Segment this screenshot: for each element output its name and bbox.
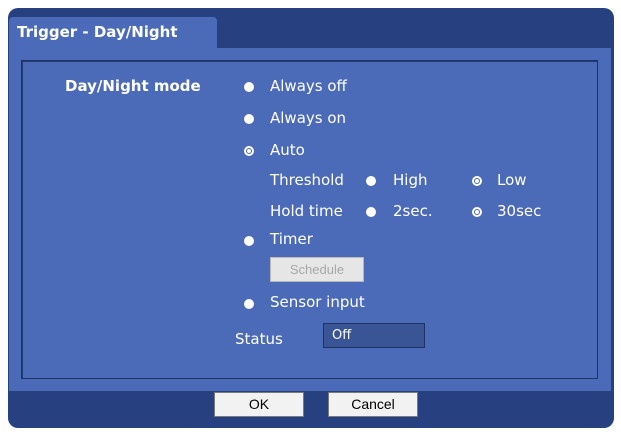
radio-always-off[interactable]: [244, 82, 254, 92]
radio-threshold-low[interactable]: [472, 176, 482, 186]
cancel-button[interactable]: Cancel: [328, 392, 418, 417]
timer-label: Timer: [270, 230, 313, 248]
schedule-button[interactable]: Schedule: [270, 257, 364, 282]
radio-hold-2sec[interactable]: [366, 207, 376, 217]
auto-label: Auto: [270, 141, 305, 159]
threshold-label: Threshold: [270, 171, 344, 189]
radio-threshold-high[interactable]: [366, 176, 376, 186]
threshold-high-label: High: [393, 171, 428, 189]
day-night-mode-label: Day/Night mode: [65, 77, 201, 95]
radio-sensor-input[interactable]: [244, 299, 254, 309]
always-off-label: Always off: [270, 77, 347, 95]
radio-timer[interactable]: [244, 236, 254, 246]
status-field: Off: [323, 323, 425, 348]
sensor-input-label: Sensor input: [270, 293, 365, 311]
threshold-low-label: Low: [497, 171, 527, 189]
radio-auto[interactable]: [244, 146, 254, 156]
always-on-label: Always on: [270, 109, 347, 127]
radio-hold-30sec[interactable]: [472, 207, 482, 217]
ok-button[interactable]: OK: [214, 392, 304, 417]
radio-always-on[interactable]: [244, 114, 254, 124]
hold-30sec-label: 30sec: [497, 202, 542, 220]
hold-2sec-label: 2sec.: [393, 202, 433, 220]
status-label: Status: [235, 330, 283, 348]
hold-time-label: Hold time: [270, 202, 343, 220]
tab-trigger-day-night[interactable]: Trigger - Day/Night: [9, 17, 217, 48]
